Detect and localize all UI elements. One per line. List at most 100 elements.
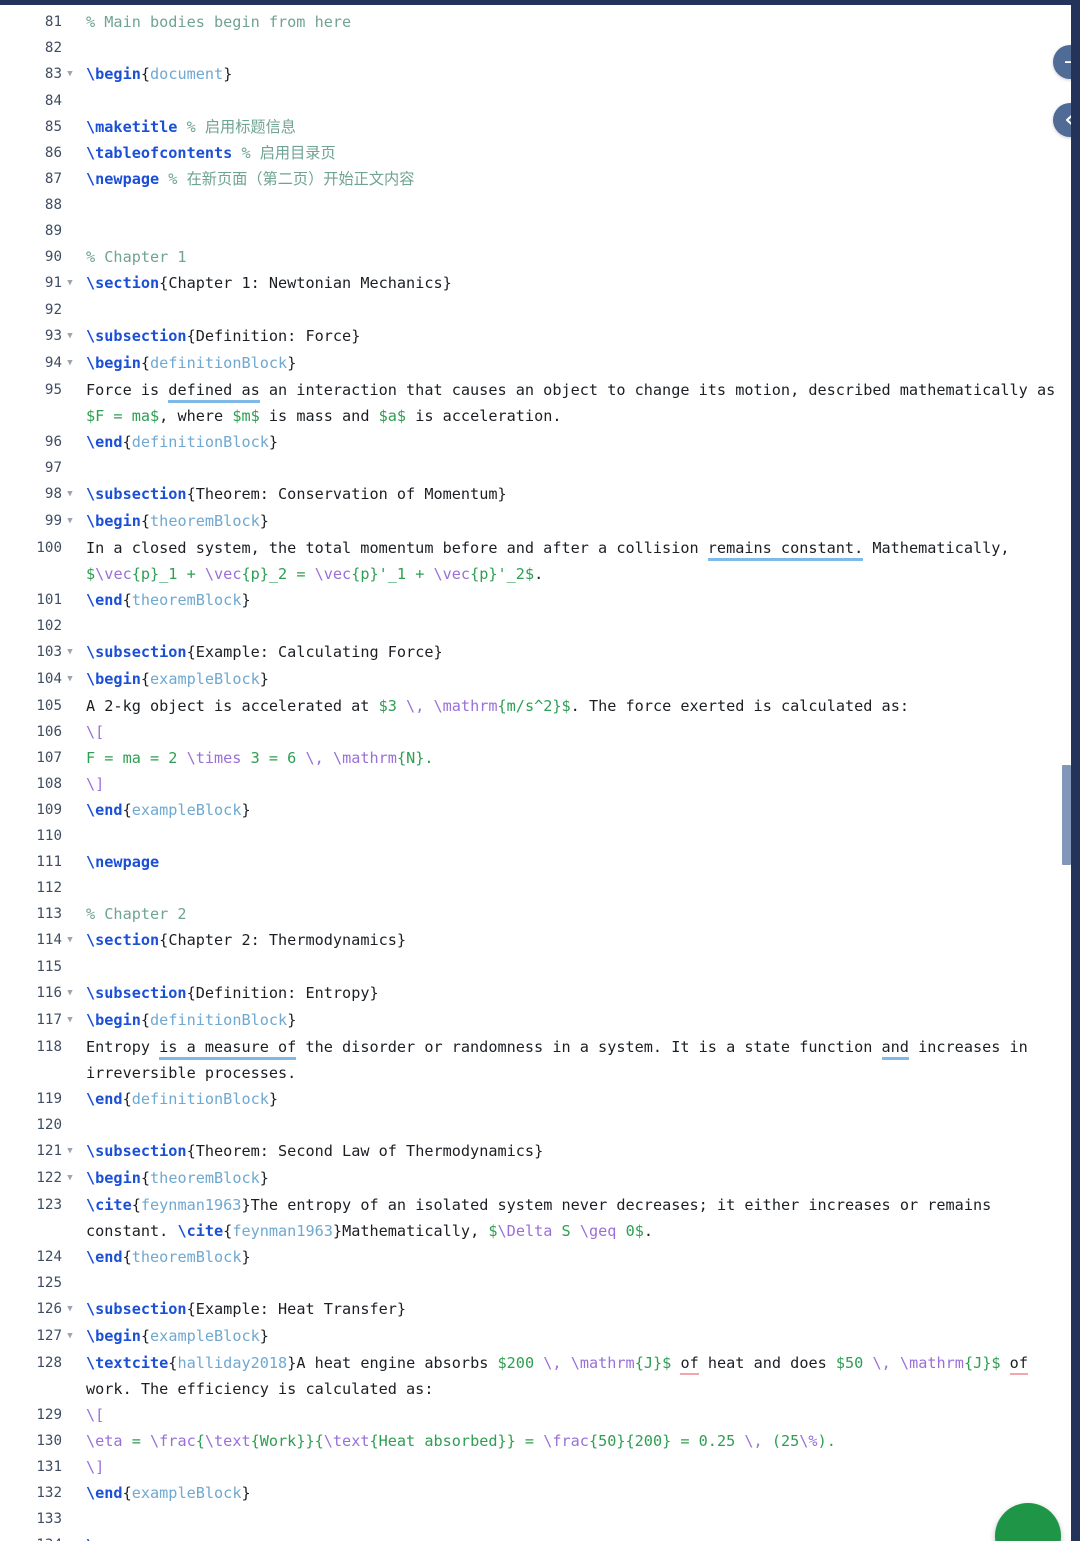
code-line-content[interactable]: A 2-kg object is accelerated at $3 \, \m… <box>78 693 1071 719</box>
code-line[interactable]: 126 ▼ \subsection{Example: Heat Transfer} <box>0 1296 1071 1323</box>
code-line[interactable]: 85 \maketitle % 启用标题信息 <box>0 114 1071 140</box>
code-line[interactable]: 103 ▼ \subsection{Example: Calculating For… <box>0 639 1071 666</box>
code-line[interactable]: 102 <box>0 613 1071 639</box>
code-line-content[interactable]: Force is defined as an interaction that … <box>78 377 1071 429</box>
fold-toggle-icon[interactable]: ▼ <box>62 1138 78 1165</box>
code-line-content[interactable]: \subsection{Example: Heat Transfer} <box>78 1296 1071 1322</box>
code-line-content[interactable] <box>78 954 1071 980</box>
code-line-content[interactable]: \end{exampleBlock} <box>78 797 1071 823</box>
code-line-content[interactable]: F = ma = 2 \times 3 = 6 \, \mathrm{N}. <box>78 745 1071 771</box>
code-line-content[interactable]: \begin{exampleBlock} <box>78 1323 1071 1349</box>
code-line[interactable]: 97 <box>0 455 1071 481</box>
code-line-content[interactable]: \end{theoremBlock} <box>78 1244 1071 1270</box>
code-line[interactable]: 84 <box>0 88 1071 114</box>
code-line-content[interactable]: \begin{definitionBlock} <box>78 350 1071 376</box>
code-line-content[interactable]: \begin{definitionBlock} <box>78 1007 1071 1033</box>
fold-toggle-icon[interactable]: ▼ <box>62 1296 78 1323</box>
code-line-content[interactable]: \eta = \frac{\text{Work}}{\text{Heat abs… <box>78 1428 1071 1454</box>
code-line[interactable]: 119 \end{definitionBlock} <box>0 1086 1071 1112</box>
code-line-content[interactable]: \begin{exampleBlock} <box>78 666 1071 692</box>
fold-toggle-icon[interactable]: ▼ <box>62 323 78 350</box>
code-line[interactable]: 83 ▼ \begin{document} <box>0 61 1071 88</box>
code-line[interactable]: 95 Force is defined as an interaction tha… <box>0 377 1071 429</box>
code-line[interactable]: 115 <box>0 954 1071 980</box>
fold-toggle-icon[interactable]: ▼ <box>62 1165 78 1192</box>
code-line-content[interactable]: \] <box>78 771 1071 797</box>
latex-editor-window[interactable]: 81% Main bodies begin from here 82 83 ▼ \be… <box>0 0 1080 1541</box>
code-line-content[interactable] <box>78 297 1071 323</box>
code-line[interactable]: 91 ▼ \section{Chapter 1: Newtonian Mechani… <box>0 270 1071 297</box>
vertical-scrollbar-track[interactable] <box>1062 5 1071 1541</box>
code-line-content[interactable]: \subsection{Theorem: Second Law of Therm… <box>78 1138 1071 1164</box>
code-line[interactable]: 104 ▼ \begin{exampleBlock} <box>0 666 1071 693</box>
code-line-content[interactable] <box>78 875 1071 901</box>
code-line-content[interactable]: \] <box>78 1454 1071 1480</box>
code-line[interactable]: 130 \eta = \frac{\text{Work}}{\text{Heat … <box>0 1428 1071 1454</box>
code-line-content[interactable]: \tableofcontents % 启用目录页 <box>78 140 1071 166</box>
fold-toggle-icon[interactable]: ▼ <box>62 61 78 88</box>
fold-toggle-icon[interactable]: ▼ <box>62 270 78 297</box>
code-line[interactable]: 120 <box>0 1112 1071 1138</box>
code-line[interactable]: 86 \tableofcontents % 启用目录页 <box>0 140 1071 166</box>
code-line[interactable]: 100 In a closed system, the total momentu… <box>0 535 1071 587</box>
code-line[interactable]: 101 \end{theoremBlock} <box>0 587 1071 613</box>
code-line-content[interactable]: \newpage <box>78 1532 1071 1541</box>
code-line-content[interactable] <box>78 218 1071 244</box>
code-line[interactable]: 106 \[ <box>0 719 1071 745</box>
code-line-content[interactable]: \newpage % 在新页面（第二页）开始正文内容 <box>78 166 1071 192</box>
code-line[interactable]: 88 <box>0 192 1071 218</box>
code-line-content[interactable]: \[ <box>78 719 1071 745</box>
collapse-horizontal-button[interactable] <box>1053 45 1071 79</box>
code-line-content[interactable]: % Main bodies begin from here <box>78 9 1071 35</box>
code-line[interactable]: 113 % Chapter 2 <box>0 901 1071 927</box>
code-line-content[interactable]: \textcite{halliday2018}A heat engine abs… <box>78 1350 1071 1402</box>
code-line-content[interactable] <box>78 1506 1071 1532</box>
code-line[interactable]: 107 F = ma = 2 \times 3 = 6 \, \mathrm{N}… <box>0 745 1071 771</box>
code-line-content[interactable]: \begin{document} <box>78 61 1071 87</box>
code-line-content[interactable]: \subsection{Example: Calculating Force} <box>78 639 1071 665</box>
code-editor-area[interactable]: 81% Main bodies begin from here 82 83 ▼ \be… <box>0 5 1071 1541</box>
code-line-content[interactable] <box>78 1270 1071 1296</box>
code-line[interactable]: 110 <box>0 823 1071 849</box>
code-line-content[interactable]: \maketitle % 启用标题信息 <box>78 114 1071 140</box>
fold-toggle-icon[interactable]: ▼ <box>62 508 78 535</box>
code-line[interactable]: 129 \[ <box>0 1402 1071 1428</box>
code-line-content[interactable]: % Chapter 1 <box>78 244 1071 270</box>
code-line-content[interactable]: \cite{feynman1963}The entropy of an isol… <box>78 1192 1071 1244</box>
code-line[interactable]: 111 \newpage <box>0 849 1071 875</box>
code-line[interactable]: 118 Entropy is a measure of the disorder … <box>0 1034 1071 1086</box>
code-line[interactable]: 132 \end{exampleBlock} <box>0 1480 1071 1506</box>
code-line-content[interactable] <box>78 35 1071 61</box>
code-line[interactable]: 99 ▼ \begin{theoremBlock} <box>0 508 1071 535</box>
code-line[interactable]: 127 ▼ \begin{exampleBlock} <box>0 1323 1071 1350</box>
code-line-content[interactable] <box>78 613 1071 639</box>
code-line-content[interactable]: \section{Chapter 2: Thermodynamics} <box>78 927 1071 953</box>
code-line-content[interactable]: % Chapter 2 <box>78 901 1071 927</box>
code-line-content[interactable]: \subsection{Definition: Entropy} <box>78 980 1071 1006</box>
code-line[interactable]: 96 \end{definitionBlock} <box>0 429 1071 455</box>
fold-toggle-icon[interactable]: ▼ <box>62 666 78 693</box>
code-line[interactable]: 121 ▼ \subsection{Theorem: Second Law of T… <box>0 1138 1071 1165</box>
code-line[interactable]: 98 ▼ \subsection{Theorem: Conservation of … <box>0 481 1071 508</box>
code-line[interactable]: 81 % Main bodies begin from here <box>0 9 1071 35</box>
code-line-content[interactable]: \[ <box>78 1402 1071 1428</box>
code-line[interactable]: 94 ▼ \begin{definitionBlock} <box>0 350 1071 377</box>
code-line[interactable]: 128 \textcite{halliday2018}A heat engine … <box>0 1350 1071 1402</box>
fold-toggle-icon[interactable]: ▼ <box>62 980 78 1007</box>
code-line[interactable]: 108 \] <box>0 771 1071 797</box>
code-line-content[interactable] <box>78 88 1071 114</box>
code-line[interactable]: 93 ▼ \subsection{Definition: Force} <box>0 323 1071 350</box>
code-line[interactable]: 105 A 2-kg object is accelerated at $3 \,… <box>0 693 1071 719</box>
code-line-content[interactable]: \newpage <box>78 849 1071 875</box>
code-line[interactable]: 82 <box>0 35 1071 61</box>
code-line[interactable]: 124 \end{theoremBlock} <box>0 1244 1071 1270</box>
code-line-content[interactable]: \end{definitionBlock} <box>78 1086 1071 1112</box>
code-line-content[interactable] <box>78 1112 1071 1138</box>
code-line-content[interactable]: Entropy is a measure of the disorder or … <box>78 1034 1071 1086</box>
back-arrow-button[interactable] <box>1053 103 1071 137</box>
code-line[interactable]: 122 ▼ \begin{theoremBlock} <box>0 1165 1071 1192</box>
code-line[interactable]: 92 <box>0 297 1071 323</box>
code-line[interactable]: 133 <box>0 1506 1071 1532</box>
code-line[interactable]: 112 <box>0 875 1071 901</box>
code-line[interactable]: 123 \cite{feynman1963}The entropy of an i… <box>0 1192 1071 1244</box>
